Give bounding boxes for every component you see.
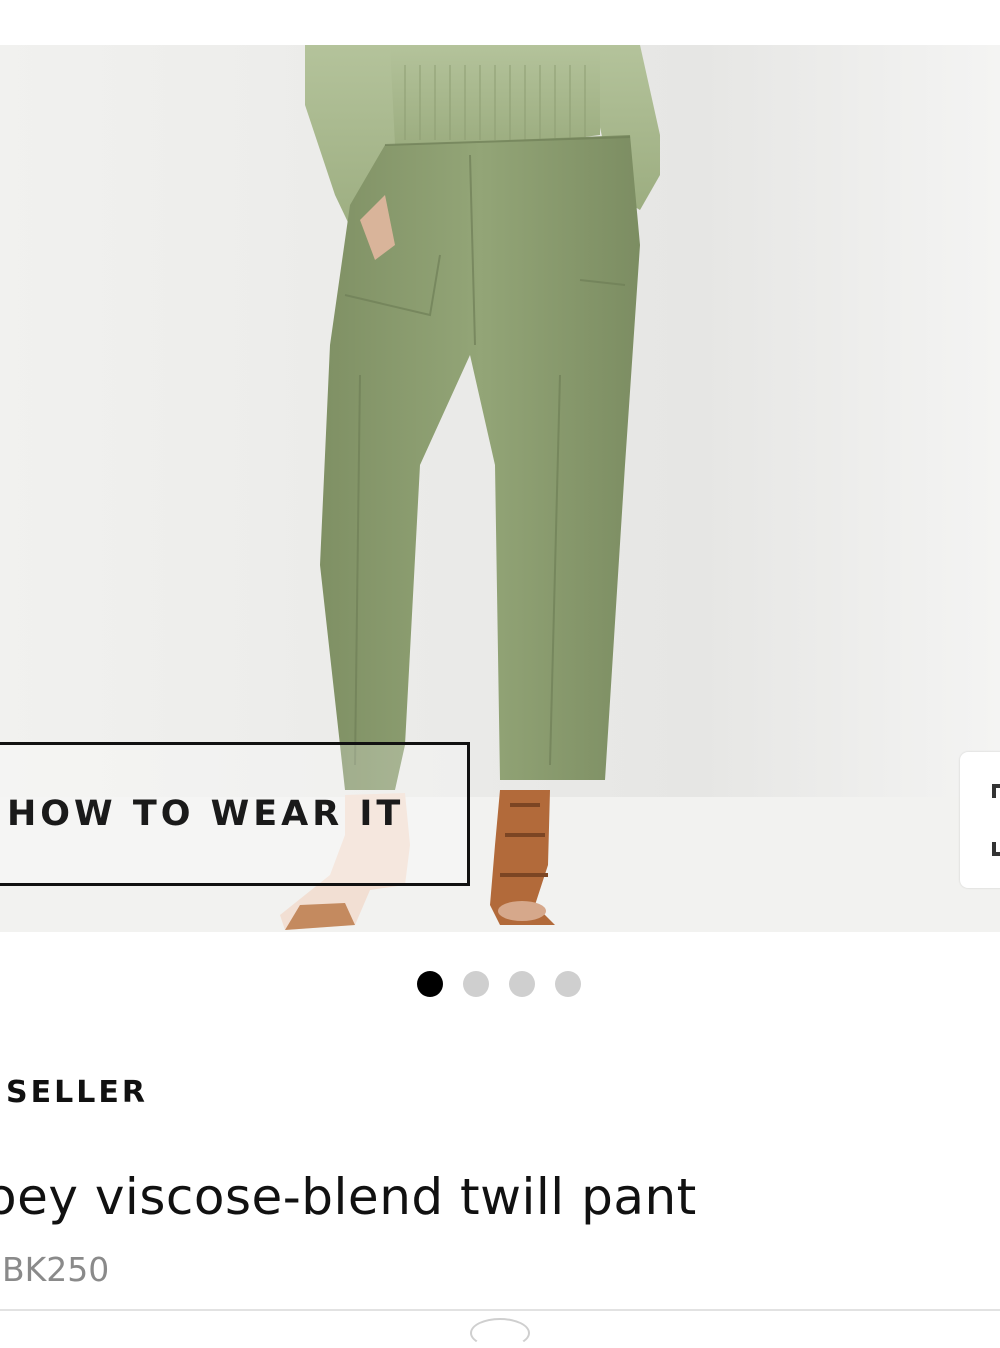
carousel-dot-1[interactable] bbox=[417, 971, 443, 997]
carousel-dot-3[interactable] bbox=[509, 971, 535, 997]
expand-button[interactable] bbox=[960, 752, 1000, 888]
how-to-wear-button[interactable]: HOW TO WEAR IT bbox=[0, 742, 470, 886]
carousel-dot-2[interactable] bbox=[463, 971, 489, 997]
partial-control-icon bbox=[470, 1318, 530, 1348]
carousel-dot-4[interactable] bbox=[555, 971, 581, 997]
bestseller-badge: SELLER bbox=[6, 1075, 148, 1110]
section-divider bbox=[0, 1309, 1000, 1311]
product-sku: BK250 bbox=[2, 1250, 110, 1289]
carousel-pagination bbox=[417, 970, 587, 998]
expand-icon bbox=[992, 784, 1000, 856]
product-title: oey viscose-blend twill pant bbox=[0, 1168, 697, 1226]
how-to-wear-label: HOW TO WEAR IT bbox=[7, 794, 405, 834]
